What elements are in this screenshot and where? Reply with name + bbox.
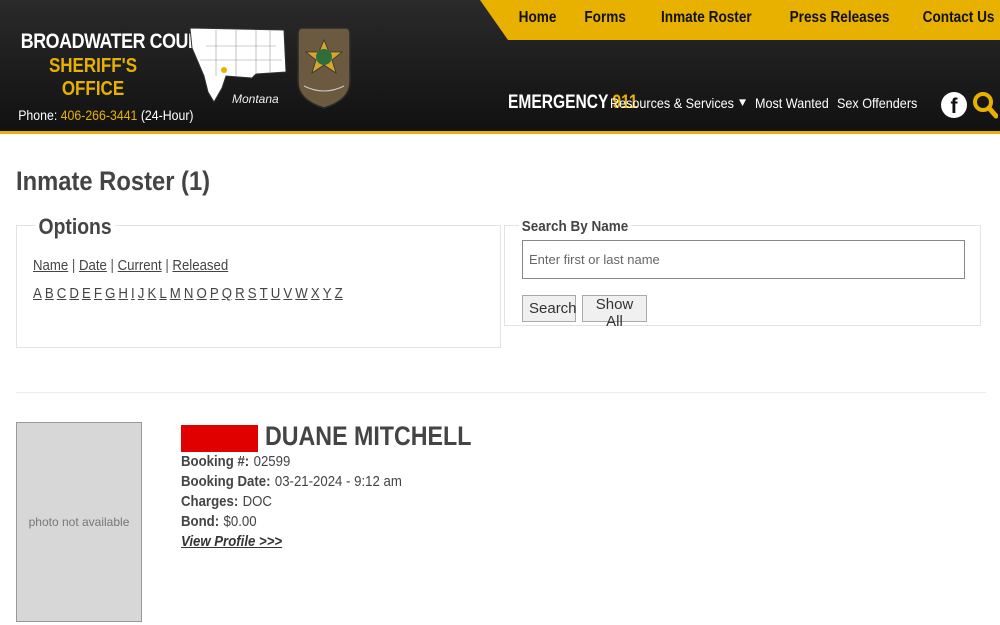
search-icon[interactable] bbox=[972, 91, 998, 119]
letter-filter-link[interactable]: Y bbox=[323, 285, 332, 302]
letter-filter-link[interactable]: Q bbox=[222, 285, 232, 302]
letter-filter-link[interactable]: H bbox=[118, 285, 128, 302]
nav-home[interactable]: Home bbox=[519, 9, 557, 27]
letter-filter-link[interactable]: L bbox=[159, 285, 166, 302]
bond-row: Bond: $0.00 bbox=[181, 513, 257, 530]
show-all-button[interactable]: Show All bbox=[582, 295, 647, 330]
options-panel: Options Name | Date | Current | Released… bbox=[16, 214, 501, 348]
inmate-name[interactable]: DUANE MITCHELL bbox=[265, 421, 471, 452]
charges-value: DOC bbox=[242, 493, 272, 510]
photo-text: photo not available bbox=[28, 515, 130, 529]
letter-filter-link[interactable]: V bbox=[283, 285, 292, 302]
booking-number-row: Booking #: 02599 bbox=[181, 453, 290, 470]
site-logo-text[interactable]: BROADWATER COUNTY SHERIFF'S OFFICE Phone… bbox=[8, 30, 223, 123]
letter-filter-link[interactable]: I bbox=[131, 285, 135, 302]
letter-filter-link[interactable]: R bbox=[235, 285, 245, 302]
nav-resources-label: Resources & Services bbox=[610, 94, 734, 111]
letter-filter-link[interactable]: P bbox=[210, 285, 219, 302]
letter-filter-link[interactable]: U bbox=[271, 285, 281, 302]
page-title: Inmate Roster (1) bbox=[16, 166, 211, 196]
sheriff-badge-icon bbox=[297, 27, 351, 109]
booking-number-label: Booking #: bbox=[181, 453, 250, 470]
nav-most-wanted[interactable]: Most Wanted bbox=[755, 95, 829, 111]
booking-date-row: Booking Date: 03-21-2024 - 9:12 am bbox=[181, 473, 402, 490]
letter-filter-link[interactable]: Z bbox=[335, 285, 343, 302]
nav-sex-offenders[interactable]: Sex Offenders bbox=[837, 95, 917, 111]
chevron-down-icon: ⯆ bbox=[737, 94, 748, 111]
divider bbox=[16, 392, 986, 393]
map-label: Montana bbox=[232, 92, 279, 106]
booking-date-value: 03-21-2024 - 9:12 am bbox=[274, 473, 402, 490]
bond-value: $0.00 bbox=[223, 513, 257, 530]
nav-press-releases[interactable]: Press Releases bbox=[790, 9, 890, 27]
letter-filter-link[interactable]: B bbox=[45, 285, 54, 302]
nav-inmate-roster[interactable]: Inmate Roster bbox=[661, 9, 752, 27]
nav-forms[interactable]: Forms bbox=[584, 9, 626, 27]
charges-row: Charges: DOC bbox=[181, 493, 272, 510]
brand-office: SHERIFF'S OFFICE bbox=[48, 55, 138, 100]
letter-filter-link[interactable]: T bbox=[260, 285, 268, 302]
phone-note: (24-Hour) bbox=[140, 107, 194, 123]
brand-county: BROADWATER COUNTY bbox=[20, 30, 223, 53]
facebook-icon[interactable]: f bbox=[941, 92, 967, 118]
main-nav: EMERGENCY 911 Resources & Services ⯆ Mos… bbox=[508, 92, 926, 114]
phone-label: Phone: bbox=[18, 107, 58, 123]
letter-filter-link[interactable]: N bbox=[184, 285, 194, 302]
view-profile-link[interactable]: View Profile >>> bbox=[181, 533, 282, 550]
site-header: Home Forms Inmate Roster Press Releases … bbox=[0, 0, 1000, 134]
phone-number[interactable]: 406-266-3441 bbox=[61, 107, 138, 123]
letter-filter-link[interactable]: X bbox=[311, 285, 320, 302]
charges-label: Charges: bbox=[181, 493, 239, 510]
emergency-banner: EMERGENCY 911 bbox=[508, 92, 638, 114]
letter-filter-link[interactable]: F bbox=[94, 285, 102, 302]
letter-filter-link[interactable]: A bbox=[33, 285, 42, 302]
inmate-photo-placeholder: photo not available bbox=[16, 422, 142, 622]
letter-filter-link[interactable]: O bbox=[197, 285, 207, 302]
emergency-label: EMERGENCY bbox=[508, 92, 609, 113]
nav-contact-us[interactable]: Contact Us bbox=[922, 9, 994, 27]
booking-date-label: Booking Date: bbox=[181, 473, 271, 490]
letter-filter-link[interactable]: K bbox=[147, 285, 156, 302]
brand-phone: Phone: 406-266-3441 (24-Hour) bbox=[18, 107, 193, 123]
letter-filter-link[interactable]: C bbox=[57, 285, 67, 302]
letter-filter-link[interactable]: E bbox=[82, 285, 91, 302]
search-by-name-panel: Search By Name Search Show All bbox=[504, 218, 981, 330]
name-search-input[interactable] bbox=[522, 240, 965, 279]
letter-filter-link[interactable]: S bbox=[248, 285, 257, 302]
top-nav: Home Forms Inmate Roster Press Releases … bbox=[512, 9, 994, 27]
letter-filter-link[interactable]: J bbox=[138, 285, 145, 302]
letter-filter-link[interactable]: D bbox=[69, 285, 79, 302]
letter-filter-link[interactable]: M bbox=[170, 285, 181, 302]
alphabet-filter: ABCDEFGHIJKLMNOPQRSTUVWXYZ bbox=[33, 285, 346, 302]
sort-name-link[interactable]: Name bbox=[33, 257, 68, 274]
sort-links: Name | Date | Current | Released bbox=[33, 257, 229, 274]
sort-date-link[interactable]: Date bbox=[79, 257, 107, 274]
search-legend: Search By Name bbox=[519, 218, 631, 235]
options-legend: Options bbox=[35, 214, 116, 240]
redaction-box bbox=[181, 425, 258, 452]
letter-filter-link[interactable]: G bbox=[105, 285, 115, 302]
filter-released-link[interactable]: Released bbox=[172, 257, 228, 274]
booking-number-value: 02599 bbox=[253, 453, 291, 470]
letter-filter-link[interactable]: W bbox=[295, 285, 307, 302]
search-button[interactable]: Search bbox=[522, 295, 577, 322]
bond-label: Bond: bbox=[181, 513, 220, 530]
filter-current-link[interactable]: Current bbox=[118, 257, 162, 274]
nav-resources-services[interactable]: Resources & Services ⯆ bbox=[610, 94, 748, 112]
